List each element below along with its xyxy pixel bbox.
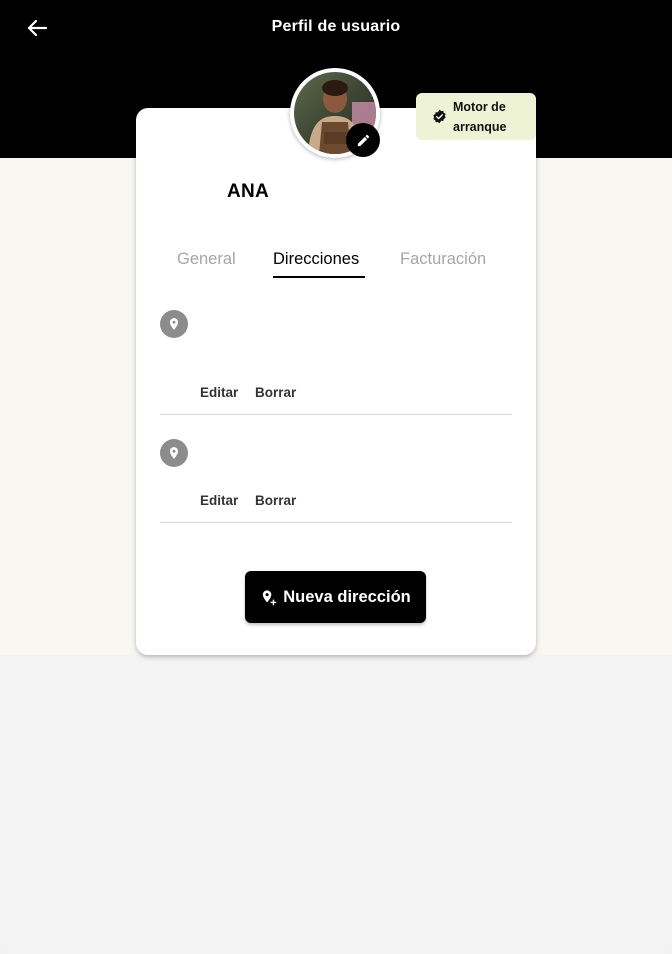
new-address-button[interactable]: Nueva dirección [245, 571, 426, 623]
divider [160, 414, 512, 415]
page-title: Perfil de usuario [271, 18, 401, 35]
delete-address-button[interactable]: Borrar [255, 385, 296, 400]
app-frame: Perfil de usuario Motor de arranque ANA … [0, 0, 672, 954]
tab-general[interactable]: General [177, 250, 236, 269]
location-pin-icon [160, 310, 188, 338]
badge-label: Motor de arranque [453, 97, 507, 137]
edit-address-button[interactable]: Editar [200, 493, 238, 508]
user-name: ANA [227, 181, 270, 202]
delete-address-button[interactable]: Borrar [255, 493, 296, 508]
pencil-icon [357, 134, 369, 146]
location-pin-icon [160, 439, 188, 467]
badge-line-2: arranque [453, 119, 507, 134]
tab-direcciones[interactable]: Direcciones [273, 250, 359, 269]
verified-check-icon [433, 109, 446, 124]
tab-facturacion[interactable]: Facturación [400, 250, 486, 269]
new-address-label: Nueva dirección [283, 587, 411, 606]
divider [160, 522, 512, 523]
active-tab-indicator [273, 276, 365, 278]
edit-avatar-button[interactable] [346, 123, 380, 157]
badge-line-1: Motor de [453, 99, 506, 114]
edit-address-button[interactable]: Editar [200, 385, 238, 400]
add-location-icon [260, 589, 277, 606]
status-badge: Motor de arranque [416, 93, 536, 140]
